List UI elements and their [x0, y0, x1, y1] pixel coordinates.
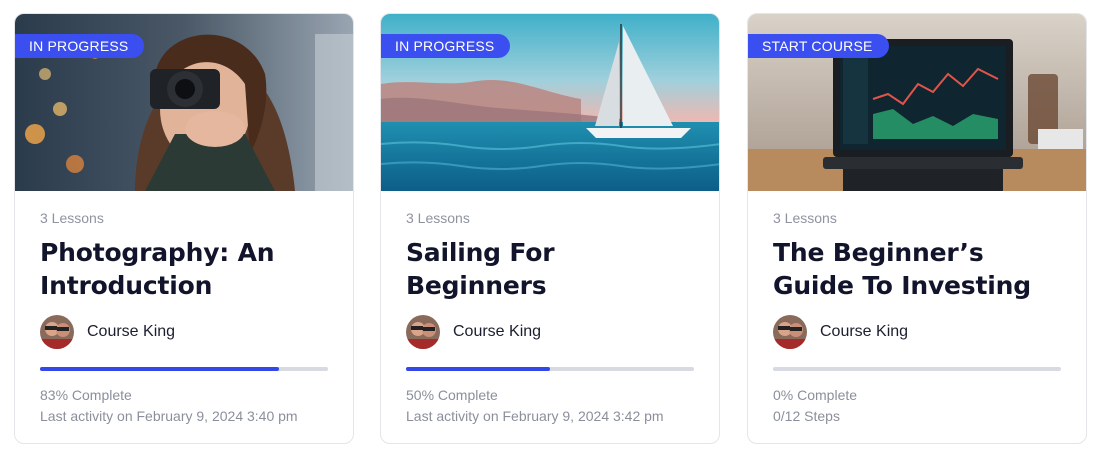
course-title[interactable]: The Beginner’s Guide To Investing: [773, 236, 1061, 302]
author-name[interactable]: Course King: [820, 323, 908, 341]
step-count: 0/12 Steps: [773, 408, 840, 424]
course-card-investing[interactable]: START COURSE 3 Lessons The Beginner’s Gu…: [747, 13, 1087, 444]
last-activity: Last activity on February 9, 2024 3:40 p…: [40, 408, 298, 424]
course-thumbnail-sailing[interactable]: IN PROGRESS: [381, 14, 719, 191]
course-status-badge: IN PROGRESS: [15, 34, 145, 58]
course-author[interactable]: Course King: [406, 315, 694, 349]
course-author[interactable]: Course King: [773, 315, 1061, 349]
course-thumbnail-investing[interactable]: START COURSE: [748, 14, 1086, 191]
lesson-count: 3 Lessons: [40, 210, 104, 226]
author-avatar[interactable]: [406, 315, 440, 349]
progress-bar: [773, 367, 1061, 371]
progress-percent: 50% Complete: [406, 387, 498, 403]
author-avatar[interactable]: [40, 315, 74, 349]
course-status-badge: START COURSE: [748, 34, 889, 58]
progress-bar: [40, 367, 328, 371]
course-title[interactable]: Photography: An Introduction: [40, 236, 328, 302]
author-name[interactable]: Course King: [87, 323, 175, 341]
lesson-count: 3 Lessons: [406, 210, 470, 226]
author-name[interactable]: Course King: [453, 323, 541, 341]
course-author[interactable]: Course King: [40, 315, 328, 349]
author-avatar[interactable]: [773, 315, 807, 349]
course-card-photography[interactable]: IN PROGRESS 3 Lessons Photography: An In…: [14, 13, 354, 444]
progress-bar: [406, 367, 694, 371]
progress-bar-fill: [406, 367, 550, 371]
course-title[interactable]: Sailing For Beginners: [406, 236, 694, 302]
lesson-count: 3 Lessons: [773, 210, 837, 226]
course-card-sailing[interactable]: IN PROGRESS 3 Lessons Sailing For Beginn…: [380, 13, 720, 444]
progress-percent: 0% Complete: [773, 387, 858, 403]
last-activity: Last activity on February 9, 2024 3:42 p…: [406, 408, 664, 424]
course-status-badge: IN PROGRESS: [381, 34, 511, 58]
progress-bar-fill: [40, 367, 280, 371]
progress-percent: 83% Complete: [40, 387, 132, 403]
course-thumbnail-photography[interactable]: IN PROGRESS: [15, 14, 353, 191]
